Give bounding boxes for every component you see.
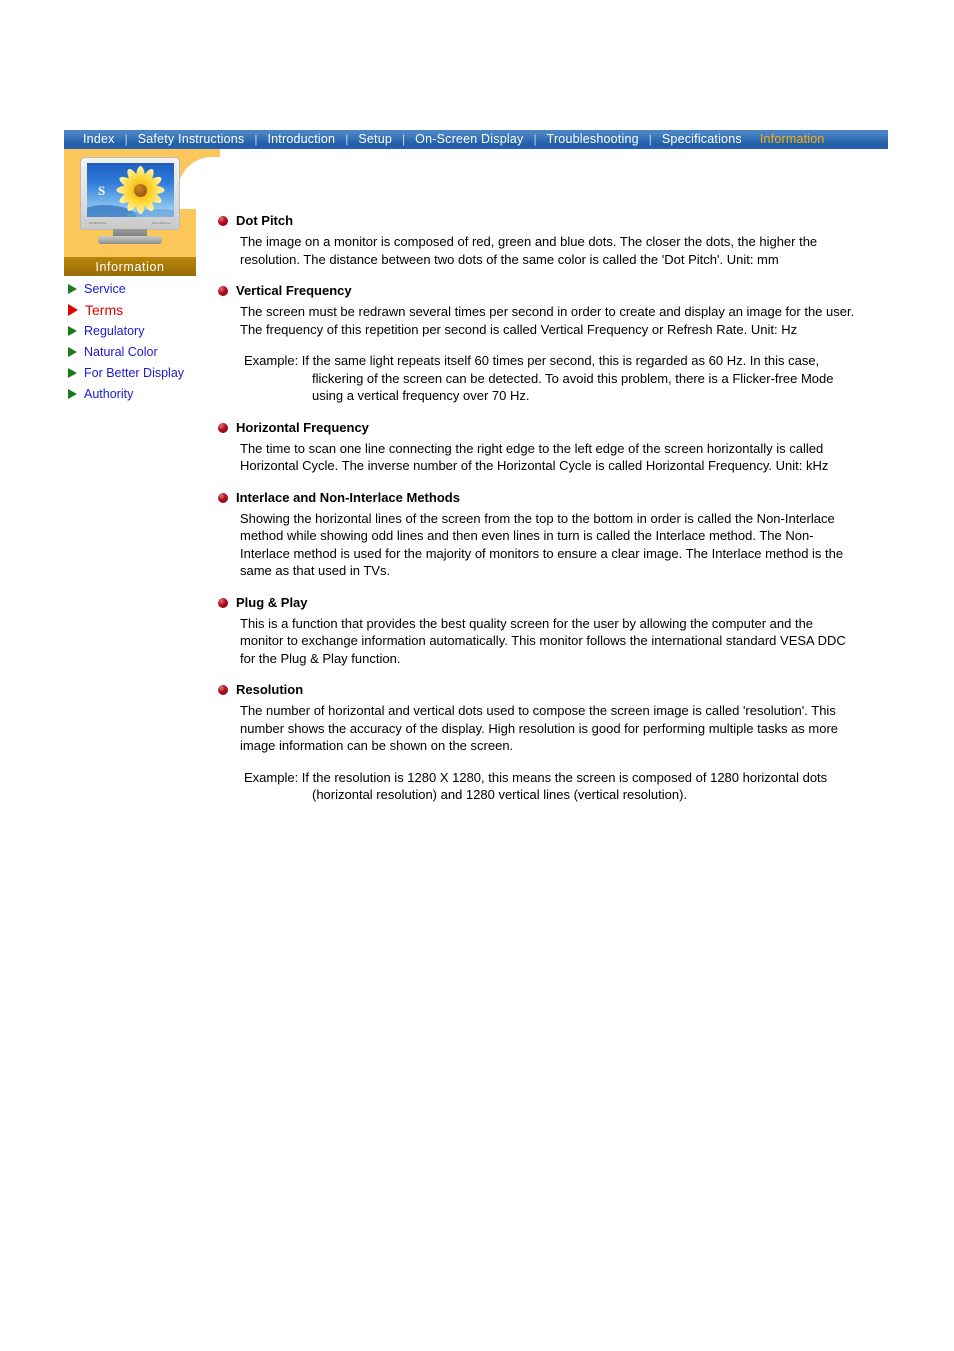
sidebar-item-authority[interactable]: Authority bbox=[68, 383, 228, 404]
content-section: Plug & Play This is a function that provi… bbox=[218, 594, 858, 668]
content-section: Dot Pitch The image on a monitor is compo… bbox=[218, 212, 858, 268]
section-title: Dot Pitch bbox=[236, 213, 294, 228]
section-body-text: The number of horizontal and vertical do… bbox=[240, 703, 839, 753]
monitor-brand-label: SAMSUNG bbox=[89, 221, 107, 225]
sidebar-link-list: Service Terms Regulatory Natural Color For B… bbox=[68, 278, 228, 404]
section-title: Resolution bbox=[236, 682, 304, 697]
section-example-text: Example: If the resolution is 1280 X 128… bbox=[244, 769, 828, 803]
content-section: Horizontal Frequency The time to scan one… bbox=[218, 419, 858, 475]
main-navigation-bar: Index | Safety Instructions | Introduction | S… bbox=[64, 130, 888, 149]
sunflower-icon bbox=[114, 165, 166, 215]
nav-item-troubleshooting[interactable]: Troubleshooting bbox=[538, 130, 648, 149]
sidebar-section-label: Information bbox=[64, 257, 196, 276]
section-body-text: The time to scan one line connecting the… bbox=[240, 440, 829, 474]
content-section: Vertical Frequency The screen must be red… bbox=[218, 282, 858, 405]
triangle-bullet-icon bbox=[68, 388, 77, 399]
sidebar-item-regulatory[interactable]: Regulatory bbox=[68, 320, 228, 341]
nav-item-on-screen-display[interactable]: On-Screen Display bbox=[406, 130, 532, 149]
bullet-sphere-icon bbox=[218, 597, 228, 608]
nav-item-index[interactable]: Index bbox=[74, 130, 124, 149]
sunflower-core bbox=[133, 183, 147, 197]
monitor-model-label: SyncMaster bbox=[152, 221, 171, 225]
sidebar-item-label: For Better Display bbox=[84, 365, 185, 380]
nav-item-setup[interactable]: Setup bbox=[349, 130, 401, 149]
section-heading: Plug & Play bbox=[218, 594, 858, 611]
main-content: Dot Pitch The image on a monitor is compo… bbox=[218, 212, 858, 818]
section-heading: Vertical Frequency bbox=[218, 282, 858, 299]
bullet-sphere-icon bbox=[218, 685, 228, 695]
bullet-sphere-icon bbox=[218, 492, 228, 503]
triangle-bullet-icon bbox=[68, 283, 77, 294]
screen-letter-s: S bbox=[98, 183, 106, 198]
section-title: Plug & Play bbox=[236, 594, 308, 610]
nav-item-information[interactable]: Information bbox=[751, 130, 834, 149]
section-title: Vertical Frequency bbox=[236, 283, 352, 298]
sidebar-item-terms[interactable]: Terms bbox=[68, 299, 228, 320]
bullet-sphere-icon bbox=[218, 216, 228, 226]
sidebar-item-label: Regulatory bbox=[84, 323, 145, 338]
sidebar-item-label: Service bbox=[84, 281, 126, 296]
content-section: Interlace and Non-Interlace Methods Showi… bbox=[218, 489, 858, 580]
nav-item-introduction[interactable]: Introduction bbox=[258, 130, 344, 149]
nav-item-safety-instructions[interactable]: Safety Instructions bbox=[129, 130, 254, 149]
section-title: Horizontal Frequency bbox=[236, 419, 369, 435]
monitor-base bbox=[98, 236, 162, 244]
triangle-bullet-icon bbox=[68, 367, 77, 378]
monitor-screen: S bbox=[87, 163, 174, 217]
sidebar-panel-notch bbox=[178, 149, 220, 209]
nav-item-specifications[interactable]: Specifications bbox=[653, 130, 751, 149]
sidebar-item-label: Authority bbox=[84, 386, 134, 401]
section-example-text: Example: If the same light repeats itsel… bbox=[244, 353, 834, 403]
section-heading: Resolution bbox=[218, 681, 858, 698]
bullet-sphere-icon bbox=[218, 286, 228, 296]
monitor-illustration: S SAMSUNG SyncMaster bbox=[80, 157, 180, 244]
section-body-text: This is a function that provides the bes… bbox=[240, 615, 846, 666]
section-body-text: The image on a monitor is composed of re… bbox=[240, 234, 818, 267]
monitor-bezel: S SAMSUNG SyncMaster bbox=[80, 157, 180, 230]
triangle-bullet-icon bbox=[68, 325, 77, 336]
bullet-sphere-icon bbox=[218, 422, 228, 433]
sidebar-item-label: Terms bbox=[85, 301, 124, 318]
section-body-text: The screen must be redrawn several times… bbox=[240, 304, 855, 337]
section-body-text: Showing the horizontal lines of the scre… bbox=[240, 510, 844, 579]
sidebar-item-service[interactable]: Service bbox=[68, 278, 228, 299]
section-heading: Horizontal Frequency bbox=[218, 419, 858, 436]
sidebar-item-natural-color[interactable]: Natural Color bbox=[68, 341, 228, 362]
section-title: Interlace and Non-Interlace Methods bbox=[236, 489, 460, 505]
sidebar-item-label: Natural Color bbox=[84, 344, 158, 359]
triangle-bullet-icon bbox=[68, 303, 78, 316]
section-heading: Dot Pitch bbox=[218, 212, 858, 229]
sidebar-item-for-better-display[interactable]: For Better Display bbox=[68, 362, 228, 383]
triangle-bullet-icon bbox=[68, 346, 77, 357]
content-section: Resolution The number of horizontal and v… bbox=[218, 681, 858, 804]
section-heading: Interlace and Non-Interlace Methods bbox=[218, 489, 858, 506]
